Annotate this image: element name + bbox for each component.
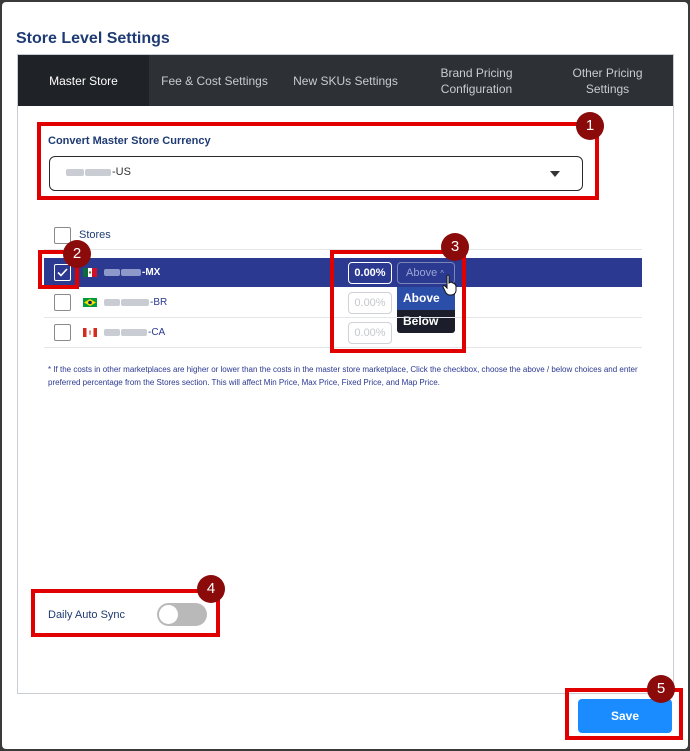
help-note: * If the costs in other marketplaces are… xyxy=(48,365,638,387)
tab-other-pricing-settings[interactable]: Other Pricing Settings xyxy=(542,55,673,106)
store-name-br: -BR xyxy=(104,297,167,308)
store-suffix-mx: -MX xyxy=(142,267,161,278)
canada-flag-icon xyxy=(83,328,97,337)
tab-master-store[interactable]: Master Store xyxy=(18,55,149,106)
store-checkbox-ca[interactable] xyxy=(54,324,71,341)
stores-header: Stores xyxy=(79,229,111,241)
tab-brand-pricing-configuration[interactable]: Brand Pricing Configuration xyxy=(411,55,542,106)
store-suffix-br: -BR xyxy=(150,297,168,308)
tab-new-skus-settings[interactable]: New SKUs Settings xyxy=(280,55,411,106)
store-name-ca: -CA xyxy=(104,327,165,338)
blurred-text xyxy=(104,268,120,276)
highlight-box-3 xyxy=(330,250,466,353)
store-suffix-ca: -CA xyxy=(148,327,166,338)
step-marker-1: 1 xyxy=(576,112,604,140)
store-name-mx: -MX xyxy=(104,267,160,278)
blurred-text xyxy=(121,328,147,336)
highlight-box-4 xyxy=(31,589,220,637)
tab-bar: Master Store Fee & Cost Settings New SKU… xyxy=(18,55,673,106)
blurred-text xyxy=(121,298,149,306)
step-marker-3: 3 xyxy=(441,233,469,261)
step-marker-4: 4 xyxy=(197,575,225,603)
brazil-flag-icon xyxy=(83,298,97,307)
mexico-flag-icon xyxy=(83,268,97,277)
step-marker-5: 5 xyxy=(647,675,675,703)
modal-title: Store Level Settings xyxy=(16,30,170,47)
tab-fee-cost-settings[interactable]: Fee & Cost Settings xyxy=(149,55,280,106)
blurred-text xyxy=(121,268,141,276)
blurred-text xyxy=(104,298,120,306)
highlight-box-1 xyxy=(37,122,599,200)
step-marker-2: 2 xyxy=(63,240,91,268)
blurred-text xyxy=(104,328,120,336)
store-checkbox-br[interactable] xyxy=(54,294,71,311)
